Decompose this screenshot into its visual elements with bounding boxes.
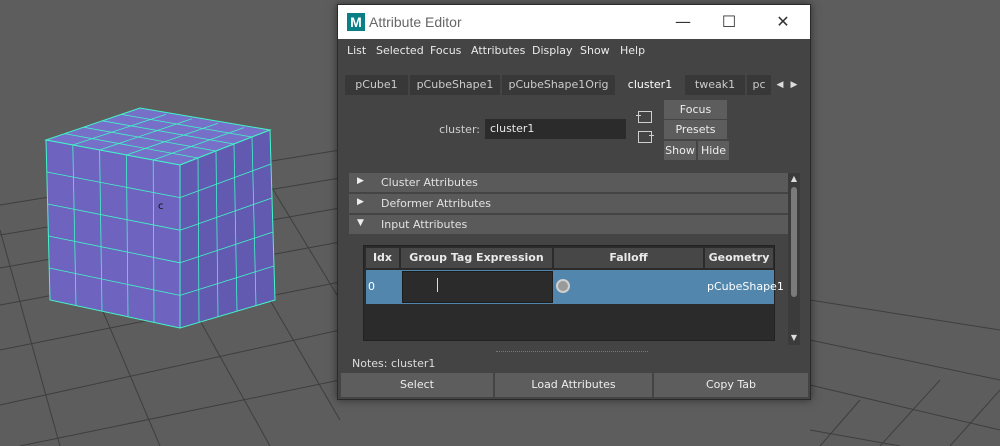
menu-selected[interactable]: Selected	[376, 44, 424, 57]
cell-geometry: pCubeShape1	[707, 280, 784, 293]
menu-attributes[interactable]: Attributes	[471, 44, 525, 57]
tab-pc[interactable]: pc	[747, 75, 771, 95]
cluster-name-field[interactable]: cluster1	[485, 119, 626, 139]
tab-scroll-left-icon[interactable]: ◀	[774, 75, 786, 95]
presets-button[interactable]: Presets	[664, 120, 727, 139]
tab-scroll-right-icon[interactable]: ▶	[788, 75, 800, 95]
tab-pcubeshape1[interactable]: pCubeShape1	[410, 75, 500, 95]
menu-show[interactable]: Show	[580, 44, 610, 57]
node-tab-bar: pCube1 pCubeShape1 pCubeShape1Orig clust…	[345, 75, 793, 95]
tab-cluster1[interactable]: cluster1	[617, 75, 683, 95]
section-input-attributes[interactable]: ▼ Input Attributes	[349, 215, 789, 234]
group-tag-expression-input[interactable]	[402, 271, 553, 303]
section-label: Input Attributes	[381, 218, 468, 231]
focus-button[interactable]: Focus	[664, 100, 727, 119]
notes-value: cluster1	[390, 357, 436, 370]
section-label: Deformer Attributes	[381, 197, 491, 210]
maximize-icon[interactable]: ☐	[704, 5, 754, 39]
load-output-icon[interactable]	[638, 131, 654, 143]
maya-logo-icon: M	[347, 13, 365, 31]
text-cursor	[437, 278, 438, 292]
window-title: Attribute Editor	[369, 14, 462, 30]
hide-button[interactable]: Hide	[698, 141, 729, 160]
resize-divider[interactable]	[496, 351, 648, 352]
copy-tab-button[interactable]: Copy Tab	[654, 373, 808, 397]
menu-list[interactable]: List	[347, 44, 366, 57]
load-attributes-button[interactable]: Load Attributes	[495, 373, 652, 397]
column-header-geometry[interactable]: Geometry	[705, 248, 774, 268]
cell-idx: 0	[368, 280, 375, 293]
pivot-marker: c	[158, 201, 164, 212]
input-attributes-table: Idx Group Tag Expression Falloff Geometr…	[363, 245, 784, 341]
menu-help[interactable]: Help	[620, 44, 645, 57]
tab-pcubeshape1orig[interactable]: pCubeShape1Orig	[502, 75, 615, 95]
show-button[interactable]: Show	[664, 141, 696, 160]
section-label: Cluster Attributes	[381, 176, 478, 189]
cluster-label: cluster:	[439, 123, 480, 136]
falloff-icon[interactable]	[556, 279, 570, 293]
column-header-group-tag-expression[interactable]: Group Tag Expression	[401, 248, 553, 268]
scroll-up-icon[interactable]: ▲	[789, 174, 799, 184]
notes-label: Notes:	[352, 357, 388, 370]
scrollbar-thumb[interactable]	[791, 187, 797, 297]
load-input-icon[interactable]	[636, 111, 652, 123]
select-button[interactable]: Select	[341, 373, 493, 397]
minimize-icon[interactable]: —	[658, 5, 708, 39]
expanded-arrow-icon: ▼	[357, 218, 364, 228]
column-header-idx[interactable]: Idx	[366, 248, 400, 268]
cube-mesh[interactable]	[44, 107, 276, 329]
section-cluster-attributes[interactable]: ▶ Cluster Attributes	[349, 173, 789, 192]
menu-focus[interactable]: Focus	[430, 44, 461, 57]
notes-line: Notes: cluster1	[352, 357, 435, 370]
column-header-falloff[interactable]: Falloff	[554, 248, 704, 268]
collapsed-arrow-icon: ▶	[357, 176, 364, 186]
attribute-editor-window: M Attribute Editor — ☐ ✕ List Selected F…	[337, 4, 811, 400]
title-bar[interactable]: M Attribute Editor — ☐ ✕	[338, 5, 810, 39]
menu-bar: List Selected Focus Attributes Display S…	[338, 41, 810, 61]
scroll-down-icon[interactable]: ▼	[789, 333, 799, 343]
attributes-scroll-area: ▶ Cluster Attributes ▶ Deformer Attribut…	[349, 173, 801, 347]
close-icon[interactable]: ✕	[758, 5, 808, 39]
table-row[interactable]: 0 pCubeShape1	[366, 270, 784, 304]
tab-pcube1[interactable]: pCube1	[345, 75, 408, 95]
collapsed-arrow-icon: ▶	[357, 197, 364, 207]
vertical-scrollbar[interactable]: ▲ ▼	[788, 173, 800, 345]
menu-display[interactable]: Display	[532, 44, 573, 57]
tab-tweak1[interactable]: tweak1	[685, 75, 745, 95]
section-deformer-attributes[interactable]: ▶ Deformer Attributes	[349, 194, 789, 213]
